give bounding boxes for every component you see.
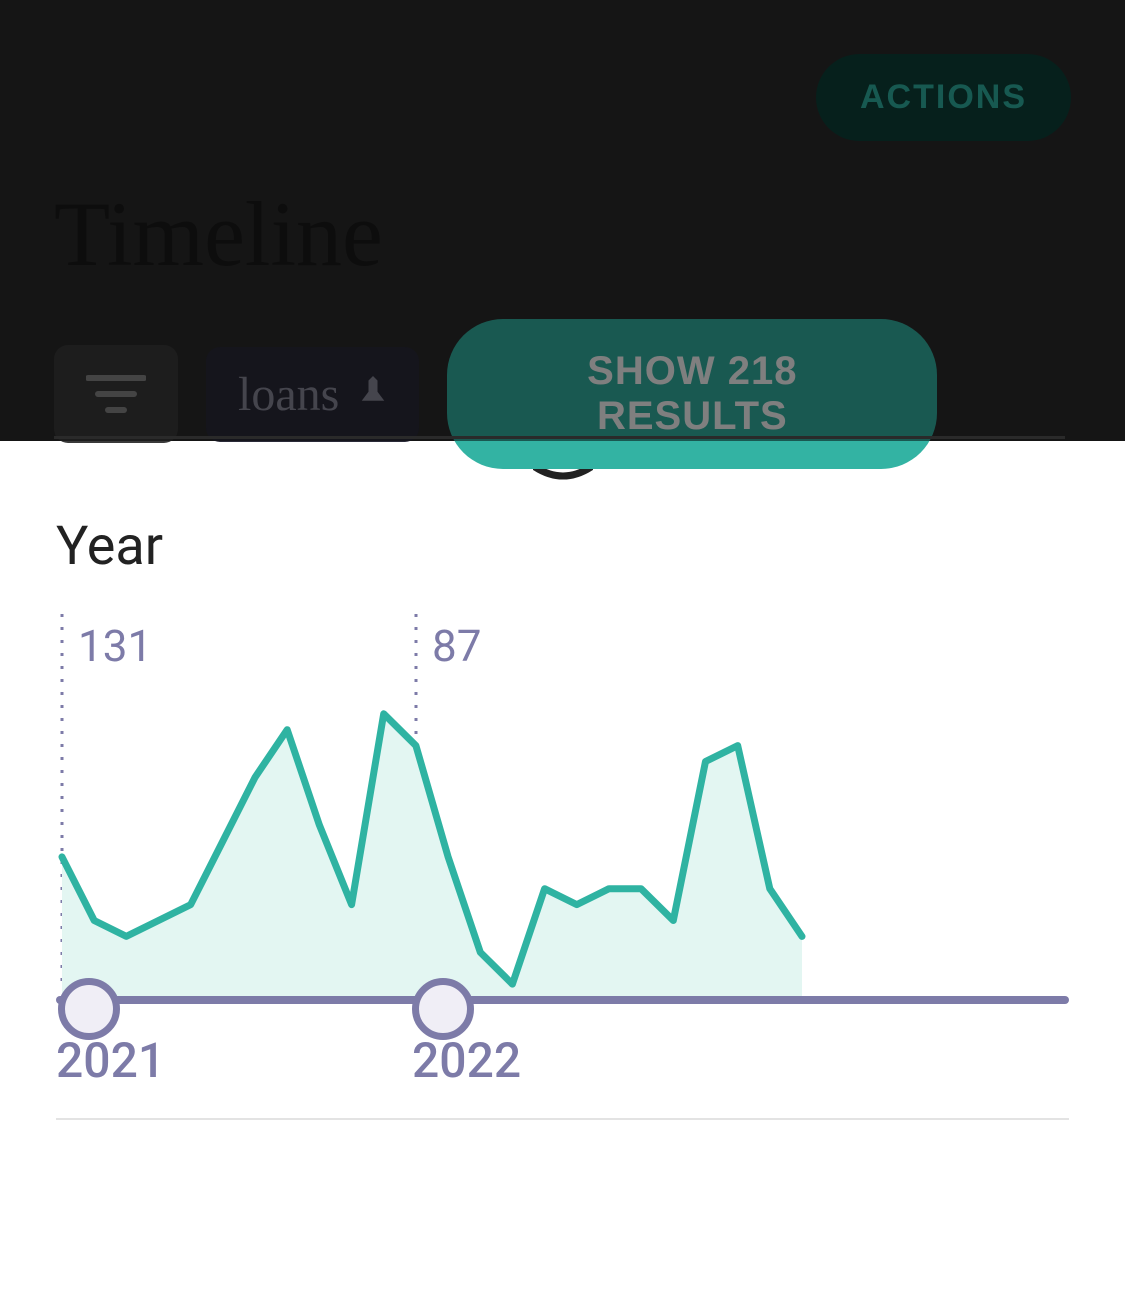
actions-button[interactable]: ACTIONS xyxy=(816,54,1071,141)
page-title: Timeline xyxy=(54,181,1071,287)
axis-label-2021: 2021 xyxy=(56,1032,165,1089)
controls-row: loans SHOW 218 RESULTS xyxy=(54,319,1071,469)
pin-icon xyxy=(359,376,387,412)
timeline-chart: 131 87 2021 2022 xyxy=(56,614,1069,1120)
range-slider-handle-start[interactable] xyxy=(58,978,120,1040)
filter-icon xyxy=(86,372,146,416)
sheet-title: Year xyxy=(56,515,1069,578)
show-results-button[interactable]: SHOW 218 RESULTS xyxy=(447,319,937,469)
section-divider xyxy=(54,436,1065,439)
range-slider-track[interactable] xyxy=(56,996,1069,1004)
header-actions-row: ACTIONS xyxy=(54,54,1071,141)
bottom-sheet: Year 131 87 2021 2022 xyxy=(0,441,1125,1160)
upper-dimmed-section: ACTIONS Timeline loans SHOW 218 RESULTS xyxy=(0,0,1125,441)
area-chart-svg xyxy=(56,614,960,1006)
tag-chip-loans[interactable]: loans xyxy=(206,347,419,442)
range-slider-handle-end[interactable] xyxy=(412,978,474,1040)
count-badge-2022: 87 xyxy=(432,620,481,672)
tag-chip-label: loans xyxy=(238,367,339,422)
axis-label-2022: 2022 xyxy=(412,1032,521,1089)
filter-button[interactable] xyxy=(54,345,178,443)
count-badge-2021: 131 xyxy=(78,620,152,672)
